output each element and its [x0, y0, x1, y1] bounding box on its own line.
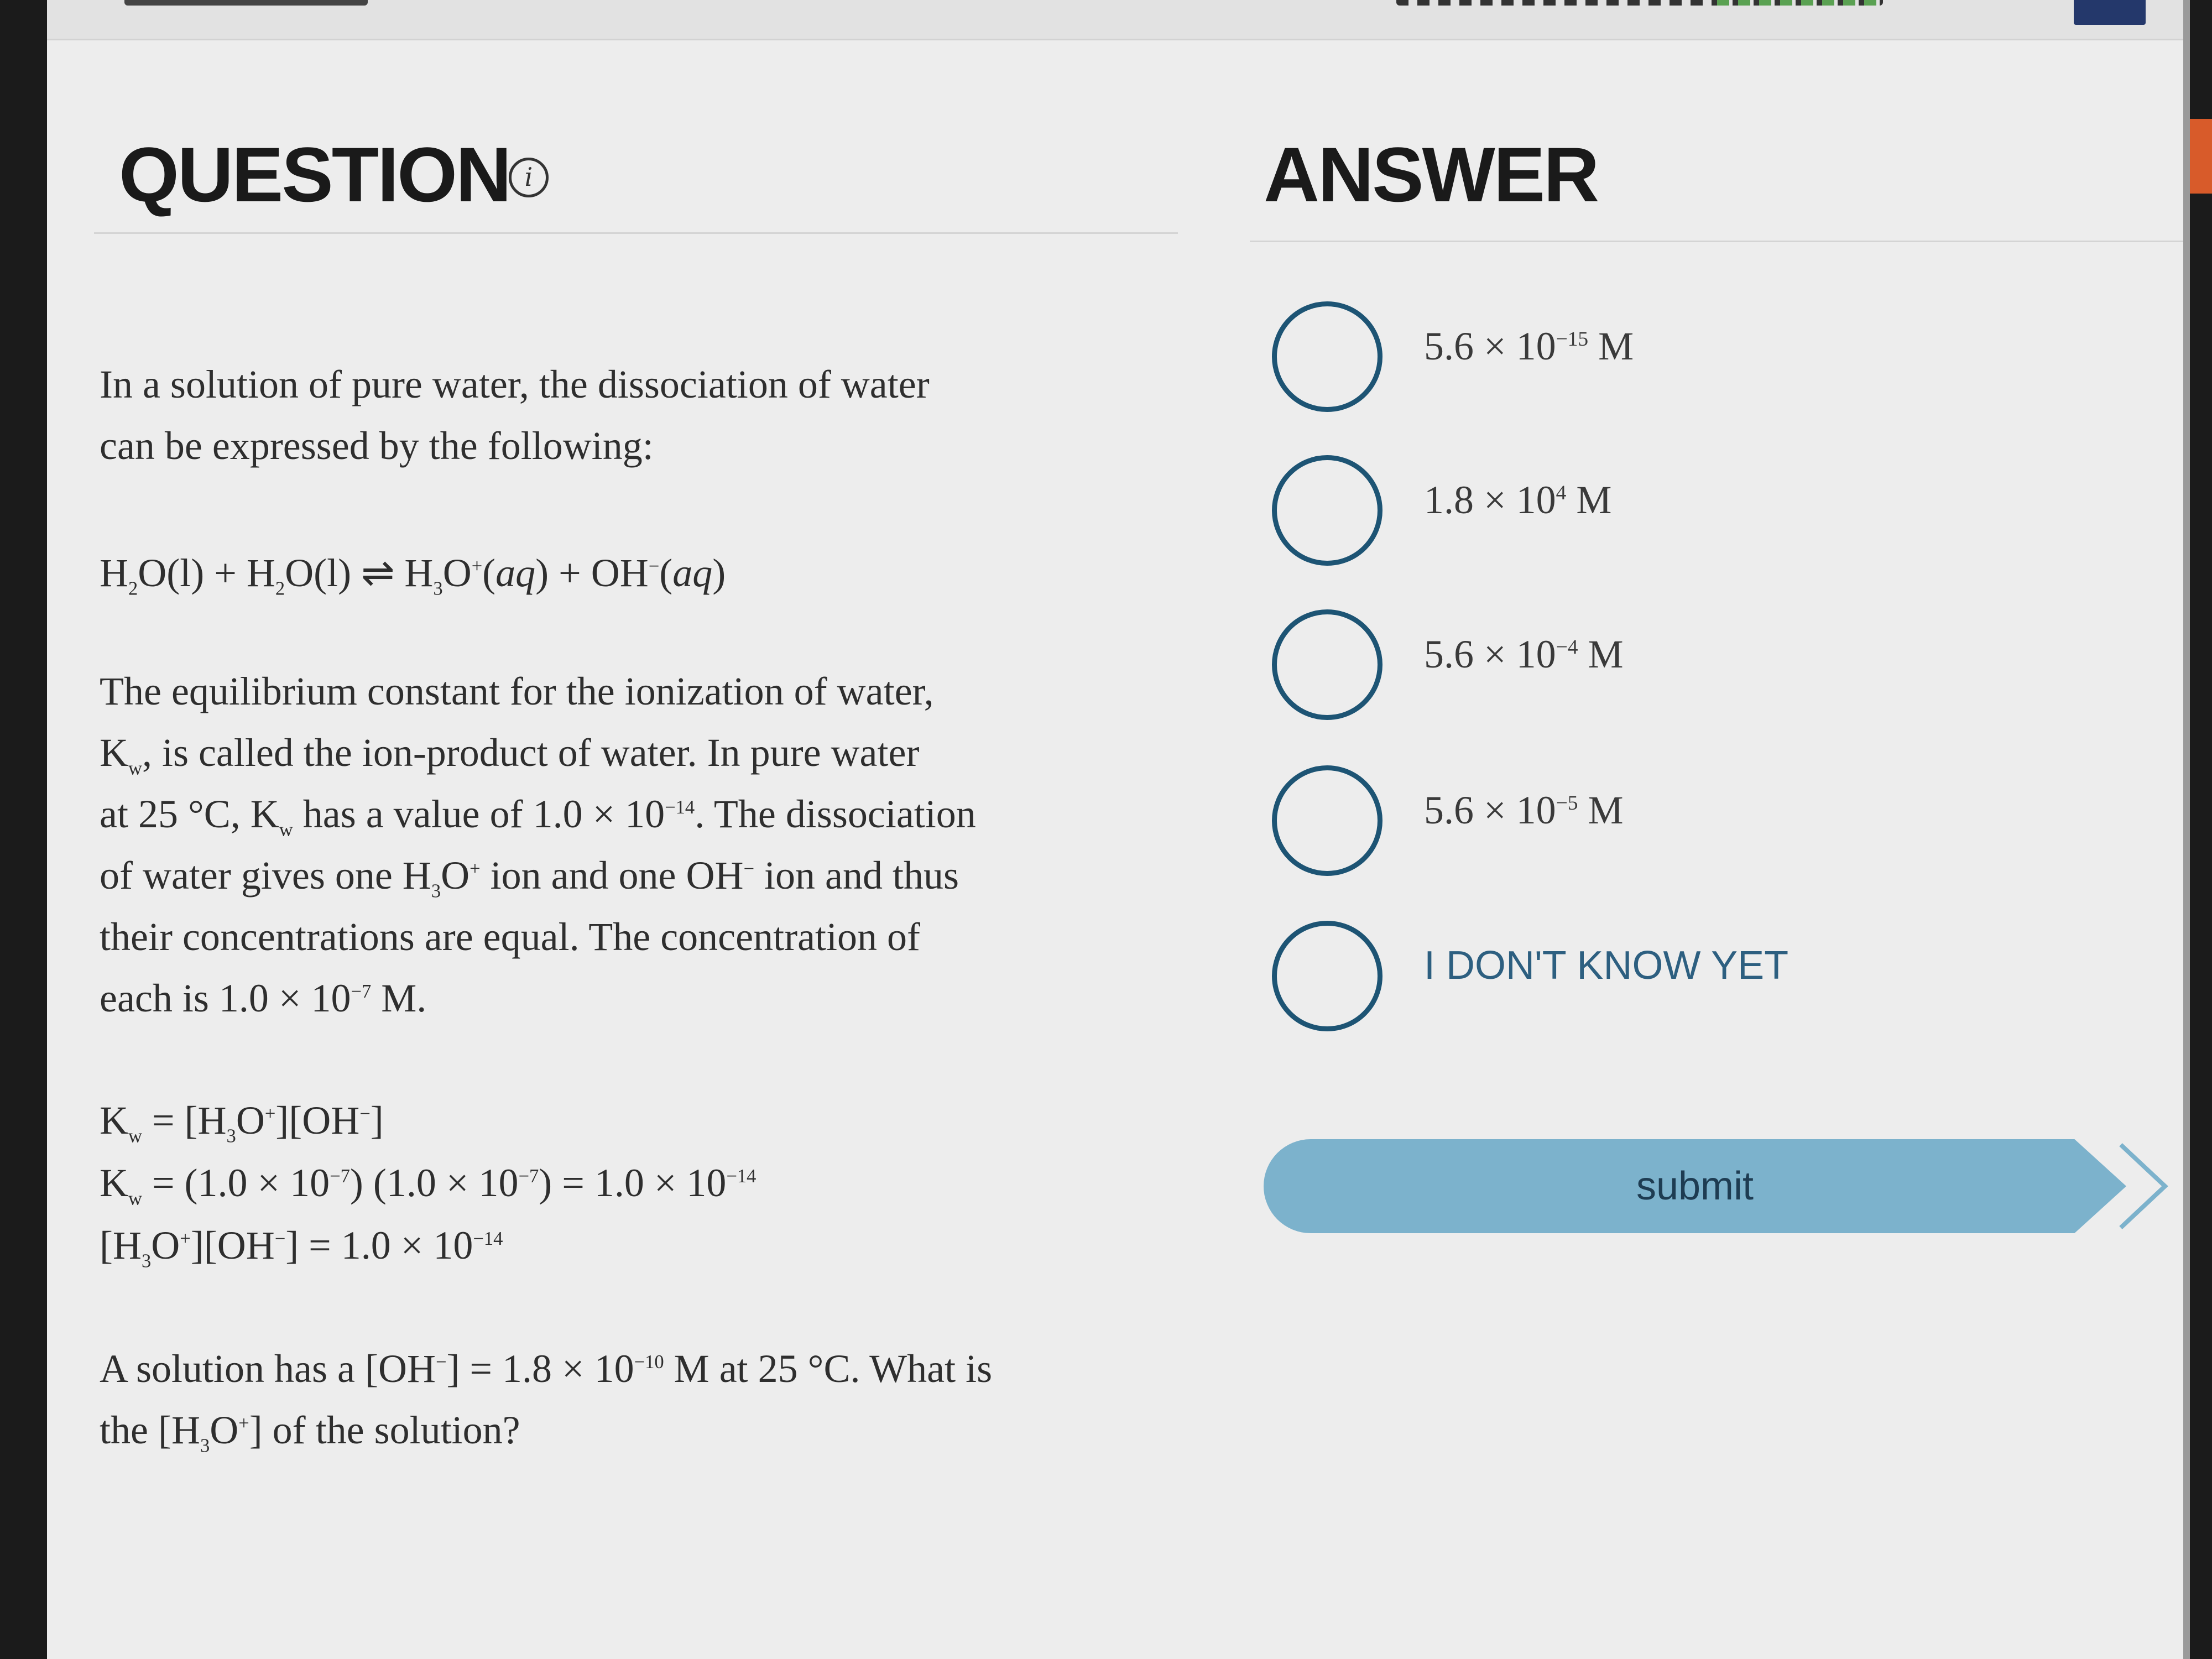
answer-divider	[1250, 241, 2190, 242]
kw-equations: Kw = [H3O+][OH−] Kw = (1.0 × 10−7) (1.0 …	[100, 1089, 1233, 1277]
para-line-5: their concentrations are equal. The conc…	[100, 915, 921, 959]
question-divider	[94, 232, 1178, 234]
ion-product: [H3O+][OH−] = 1.0 × 10−14	[100, 1223, 503, 1272]
prompt-line-2: the [H3O+] of the solution?	[100, 1408, 520, 1457]
prompt-line-1: A solution has a [OH−] = 1.8 × 10−10 M a…	[100, 1347, 993, 1391]
kw-paragraph: The equilibrium constant for the ionizat…	[100, 661, 1233, 1029]
para-line-3: at 25 °C, Kw has a value of 1.0 × 10−14.…	[100, 792, 976, 841]
answer-option-label: 1.8 × 104 M	[1424, 478, 1612, 522]
answer-option-label: 5.6 × 10−5 M	[1424, 788, 1624, 832]
submit-button[interactable]: submit	[1264, 1139, 2126, 1233]
top-right-button[interactable]	[2074, 0, 2146, 25]
progress-completed	[1717, 0, 1883, 6]
side-tab	[2190, 119, 2212, 194]
question-prompt: A solution has a [OH−] = 1.8 × 10−10 M a…	[100, 1338, 1233, 1461]
radio-button[interactable]	[1272, 609, 1383, 720]
intro-line-1: In a solution of pure water, the dissoci…	[100, 362, 930, 406]
answer-option-2[interactable]: 1.8 × 104 M	[1272, 455, 2101, 566]
radio-button[interactable]	[1272, 921, 1383, 1031]
dissociation-equation: H2O(l) + H2O(l) ⇌ H3O+(aq) + OH−(aq)	[100, 542, 1233, 604]
para-line-2: Kw, is called the ion-product of water. …	[100, 731, 920, 779]
device-edge	[2183, 0, 2190, 1659]
answer-option-1[interactable]: 5.6 × 10−15 M	[1272, 301, 2101, 412]
question-heading: QUESTION	[119, 131, 512, 218]
answer-option-label: 5.6 × 10−15 M	[1424, 324, 1634, 368]
info-icon[interactable]: i	[509, 158, 549, 197]
answer-heading: ANSWER	[1264, 131, 1599, 218]
question-intro: In a solution of pure water, the dissoci…	[100, 354, 1233, 477]
answer-option-4[interactable]: 5.6 × 10−5 M	[1272, 765, 2101, 876]
equation-line: H2O(l) + H2O(l) ⇌ H3O+(aq) + OH−(aq)	[100, 551, 726, 599]
submit-label: submit	[1636, 1164, 1754, 1208]
radio-button[interactable]	[1272, 301, 1383, 412]
chevron-right-icon	[2119, 1143, 2168, 1229]
answer-option-label: 5.6 × 10−4 M	[1424, 632, 1624, 676]
answer-option-3[interactable]: 5.6 × 10−4 M	[1272, 609, 2101, 720]
radio-button[interactable]	[1272, 765, 1383, 876]
answer-option-label: I DON'T KNOW YET	[1424, 943, 1789, 988]
intro-line-2: can be expressed by the following:	[100, 424, 654, 468]
kw-calculation: Kw = (1.0 × 10−7) (1.0 × 10−7) = 1.0 × 1…	[100, 1161, 757, 1209]
progress-indicator	[1396, 0, 1883, 6]
top-bar	[47, 0, 2190, 40]
top-bar-title-fragment	[124, 0, 368, 6]
radio-button[interactable]	[1272, 455, 1383, 566]
para-line-6: each is 1.0 × 10−7 M.	[100, 976, 427, 1020]
answer-option-5[interactable]: I DON'T KNOW YET	[1272, 921, 2101, 1031]
para-line-4: of water gives one H3O+ ion and one OH− …	[100, 853, 959, 902]
kw-definition: Kw = [H3O+][OH−]	[100, 1098, 384, 1147]
para-line-1: The equilibrium constant for the ionizat…	[100, 669, 934, 713]
screen: QUESTION i ANSWER In a solution of pure …	[47, 0, 2190, 1659]
